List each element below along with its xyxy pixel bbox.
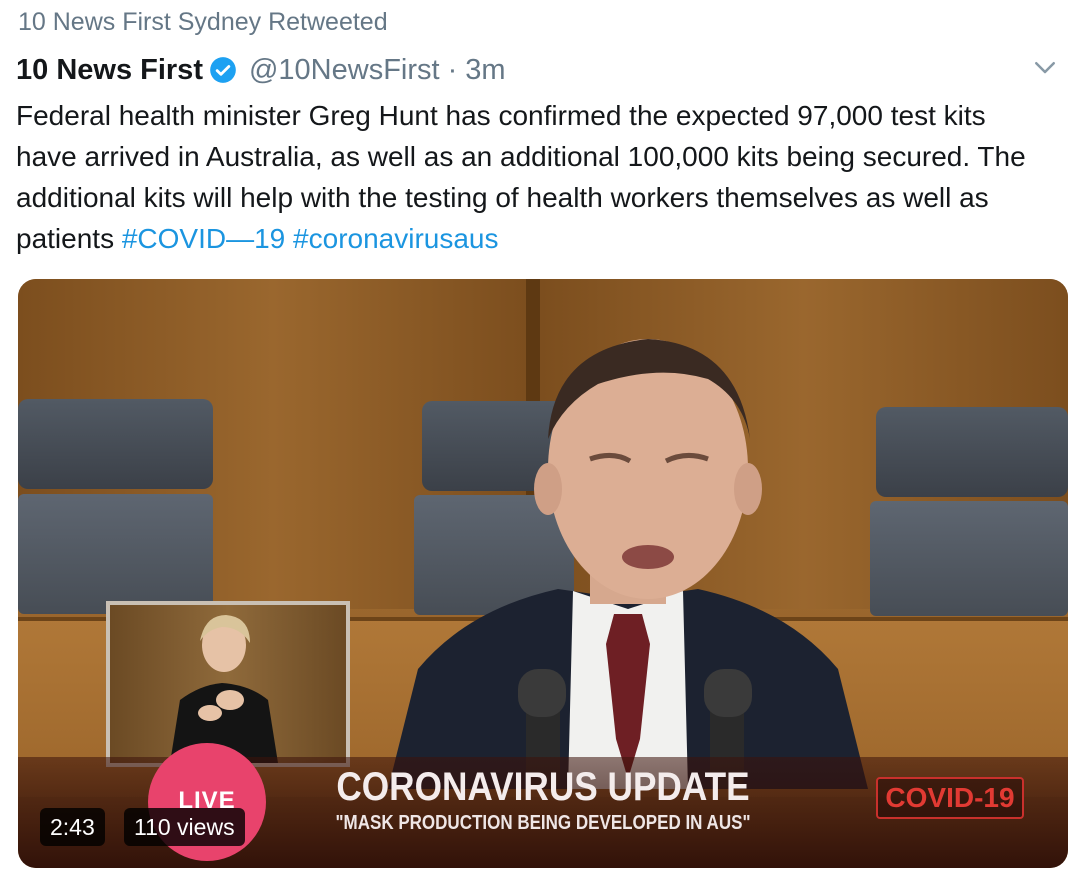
tweet-text: Federal health minister Greg Hunt has co…	[16, 95, 1036, 259]
separator-dot: ·	[447, 53, 458, 86]
video-duration: 2:43	[40, 808, 105, 846]
interpreter-figure	[170, 615, 278, 763]
retweet-context[interactable]: 10 News First Sydney Retweeted	[18, 8, 388, 37]
chair-seat	[18, 494, 213, 614]
tweet-header: 10 News First @10NewsFirst · 3m	[16, 50, 506, 90]
chevron-down-icon[interactable]	[1030, 52, 1060, 82]
tweet-time[interactable]: 3m	[465, 54, 505, 87]
chair	[18, 399, 213, 489]
user-handle[interactable]: @10NewsFirst	[249, 54, 440, 87]
interpreter-inset	[106, 601, 350, 767]
video-player[interactable]: CORONAVIRUS UPDATE "MASK PRODUCTION BEIN…	[18, 279, 1068, 868]
hashtag-covid[interactable]: #COVID—19	[122, 223, 285, 254]
hashtag-coronavirusaus[interactable]: #coronavirusaus	[293, 223, 498, 254]
chair	[876, 407, 1068, 497]
video-views: 110 views	[124, 808, 245, 846]
speaker-figure	[388, 339, 868, 789]
covid-badge: COVID-19	[876, 777, 1024, 819]
chair-seat	[870, 501, 1068, 616]
verified-badge-icon	[210, 57, 236, 83]
display-name[interactable]: 10 News First	[16, 54, 203, 87]
